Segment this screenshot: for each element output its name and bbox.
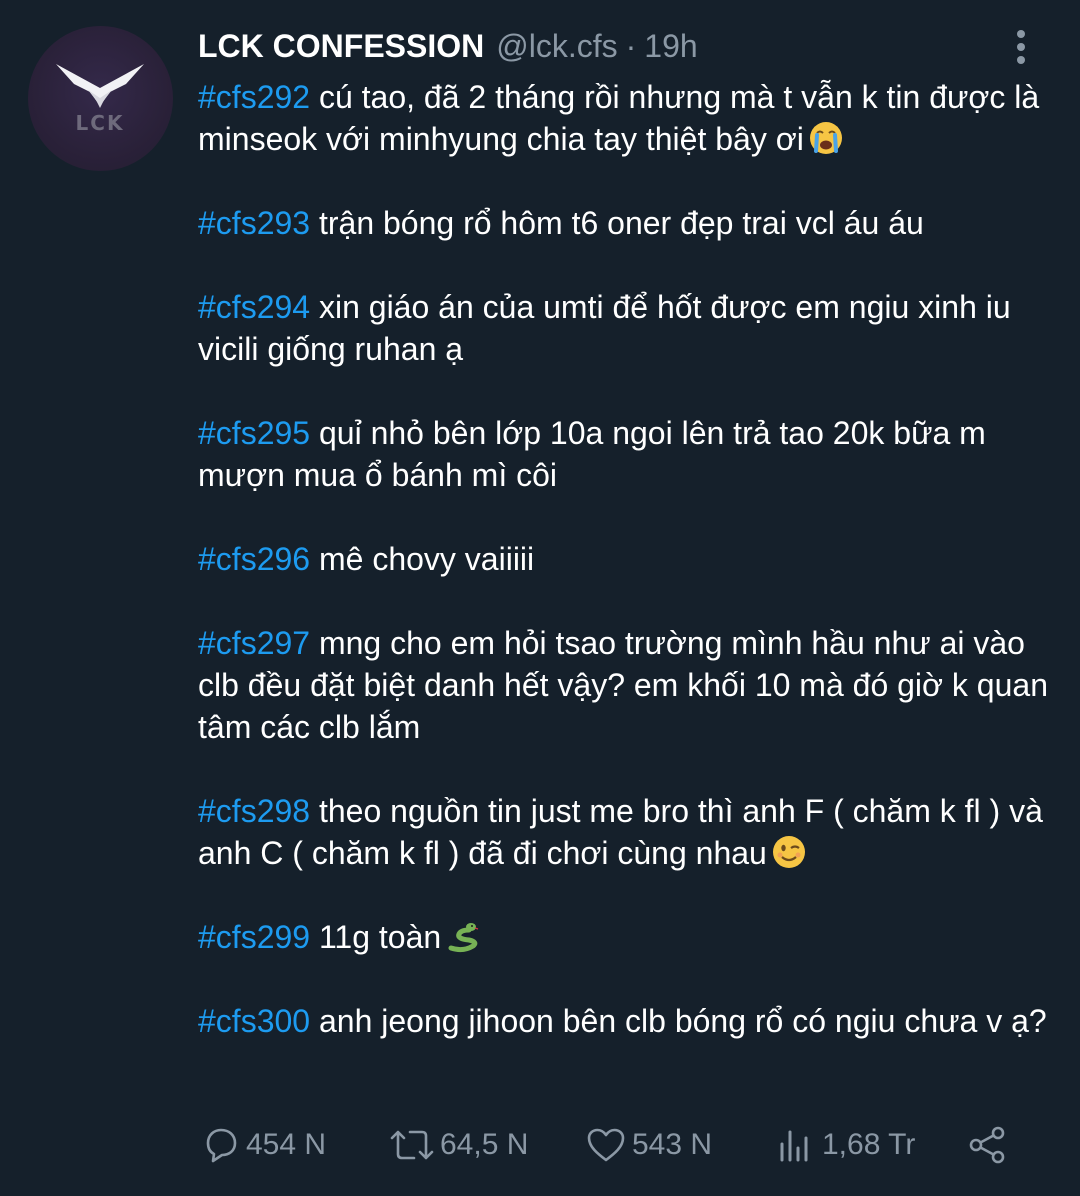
tweet-text: #cfs292 cú tao, đã 2 tháng rồi nhưng mà … [198,76,1048,1084]
separator: · [625,28,637,64]
confession-entry: #cfs300 anh jeong jihoon bên clb bóng rổ… [198,1000,1048,1042]
confession-entry: #cfs297 mng cho em hỏi tsao trường mình … [198,622,1048,748]
hashtag[interactable]: #cfs296 [198,541,310,577]
confession-entry: #cfs294 xin giáo án của umti để hốt được… [198,286,1048,370]
more-options-icon[interactable] [1008,30,1034,74]
avatar[interactable]: LCK [28,26,173,171]
share-icon [969,1126,1005,1164]
views-button[interactable]: 1,68 Tr [776,1120,915,1170]
hashtag[interactable]: #cfs297 [198,625,310,661]
hashtag[interactable]: #cfs293 [198,205,310,241]
entry-text: quỉ nhỏ bên lớp 10a ngoi lên trả tao 20k… [198,415,986,493]
tweet: LCK LCK CONFESSION @lck.cfs · 19h #cfs29… [0,0,1080,1196]
winking-face-icon [772,836,805,868]
author-name[interactable]: LCK CONFESSION [198,28,484,65]
tweet-header: LCK CONFESSION @lck.cfs · 19h [198,28,698,74]
retweet-button[interactable]: 64,5 N [388,1120,528,1170]
loudly-crying-face-icon [809,122,842,154]
confession-entry: #cfs298 theo nguồn tin just me bro thì a… [198,790,1048,874]
tweet-actions: 454 N 64,5 N 543 N 1,68 Tr [198,1120,1018,1170]
hashtag[interactable]: #cfs298 [198,793,310,829]
author-handle[interactable]: @lck.cfs [496,28,617,65]
hashtag[interactable]: #cfs300 [198,1003,310,1039]
entry-text: cú tao, đã 2 tháng rồi nhưng mà t vẫn k … [198,79,1040,157]
views-icon [780,1130,808,1162]
retweet-icon [390,1130,434,1160]
confession-entry: #cfs295 quỉ nhỏ bên lớp 10a ngoi lên trả… [198,412,1048,496]
avatar-logo-text: LCK [76,111,125,135]
entry-text: anh jeong jihoon bên clb bóng rổ có ngiu… [310,1003,1047,1039]
entry-text: trận bóng rổ hôm t6 oner đẹp trai vcl áu… [310,205,924,241]
hashtag[interactable]: #cfs292 [198,79,310,115]
view-count: 1,68 Tr [822,1128,916,1161]
confession-entry: #cfs292 cú tao, đã 2 tháng rồi nhưng mà … [198,76,1048,160]
retweet-count: 64,5 N [440,1128,529,1161]
entry-text: xin giáo án của umti để hốt được em ngiu… [198,289,1011,367]
entry-text: mng cho em hỏi tsao trường mình hầu như … [198,625,1048,745]
reply-button[interactable]: 454 N [200,1120,326,1170]
timestamp[interactable]: 19h [644,28,697,65]
entry-text: 11g toàn [310,919,442,955]
confession-entry: #cfs296 mê chovy vaiiiii [198,538,1048,580]
hashtag[interactable]: #cfs299 [198,919,310,955]
entry-text: mê chovy vaiiiii [310,541,535,577]
reply-count: 454 N [246,1128,327,1161]
confession-entry: #cfs299 11g toàn [198,916,1048,958]
entry-text: theo nguồn tin just me bro thì anh F ( c… [198,793,1043,871]
confession-entry: #cfs293 trận bóng rổ hôm t6 oner đẹp tra… [198,202,1048,244]
hashtag[interactable]: #cfs295 [198,415,310,451]
share-button[interactable] [966,1120,1010,1170]
snake-icon [448,923,479,953]
like-icon [587,1128,625,1162]
like-count: 543 N [632,1128,713,1161]
hashtag[interactable]: #cfs294 [198,289,310,325]
lck-logo-icon: LCK [56,64,144,135]
like-button[interactable]: 543 N [584,1120,712,1170]
reply-icon [206,1128,237,1163]
